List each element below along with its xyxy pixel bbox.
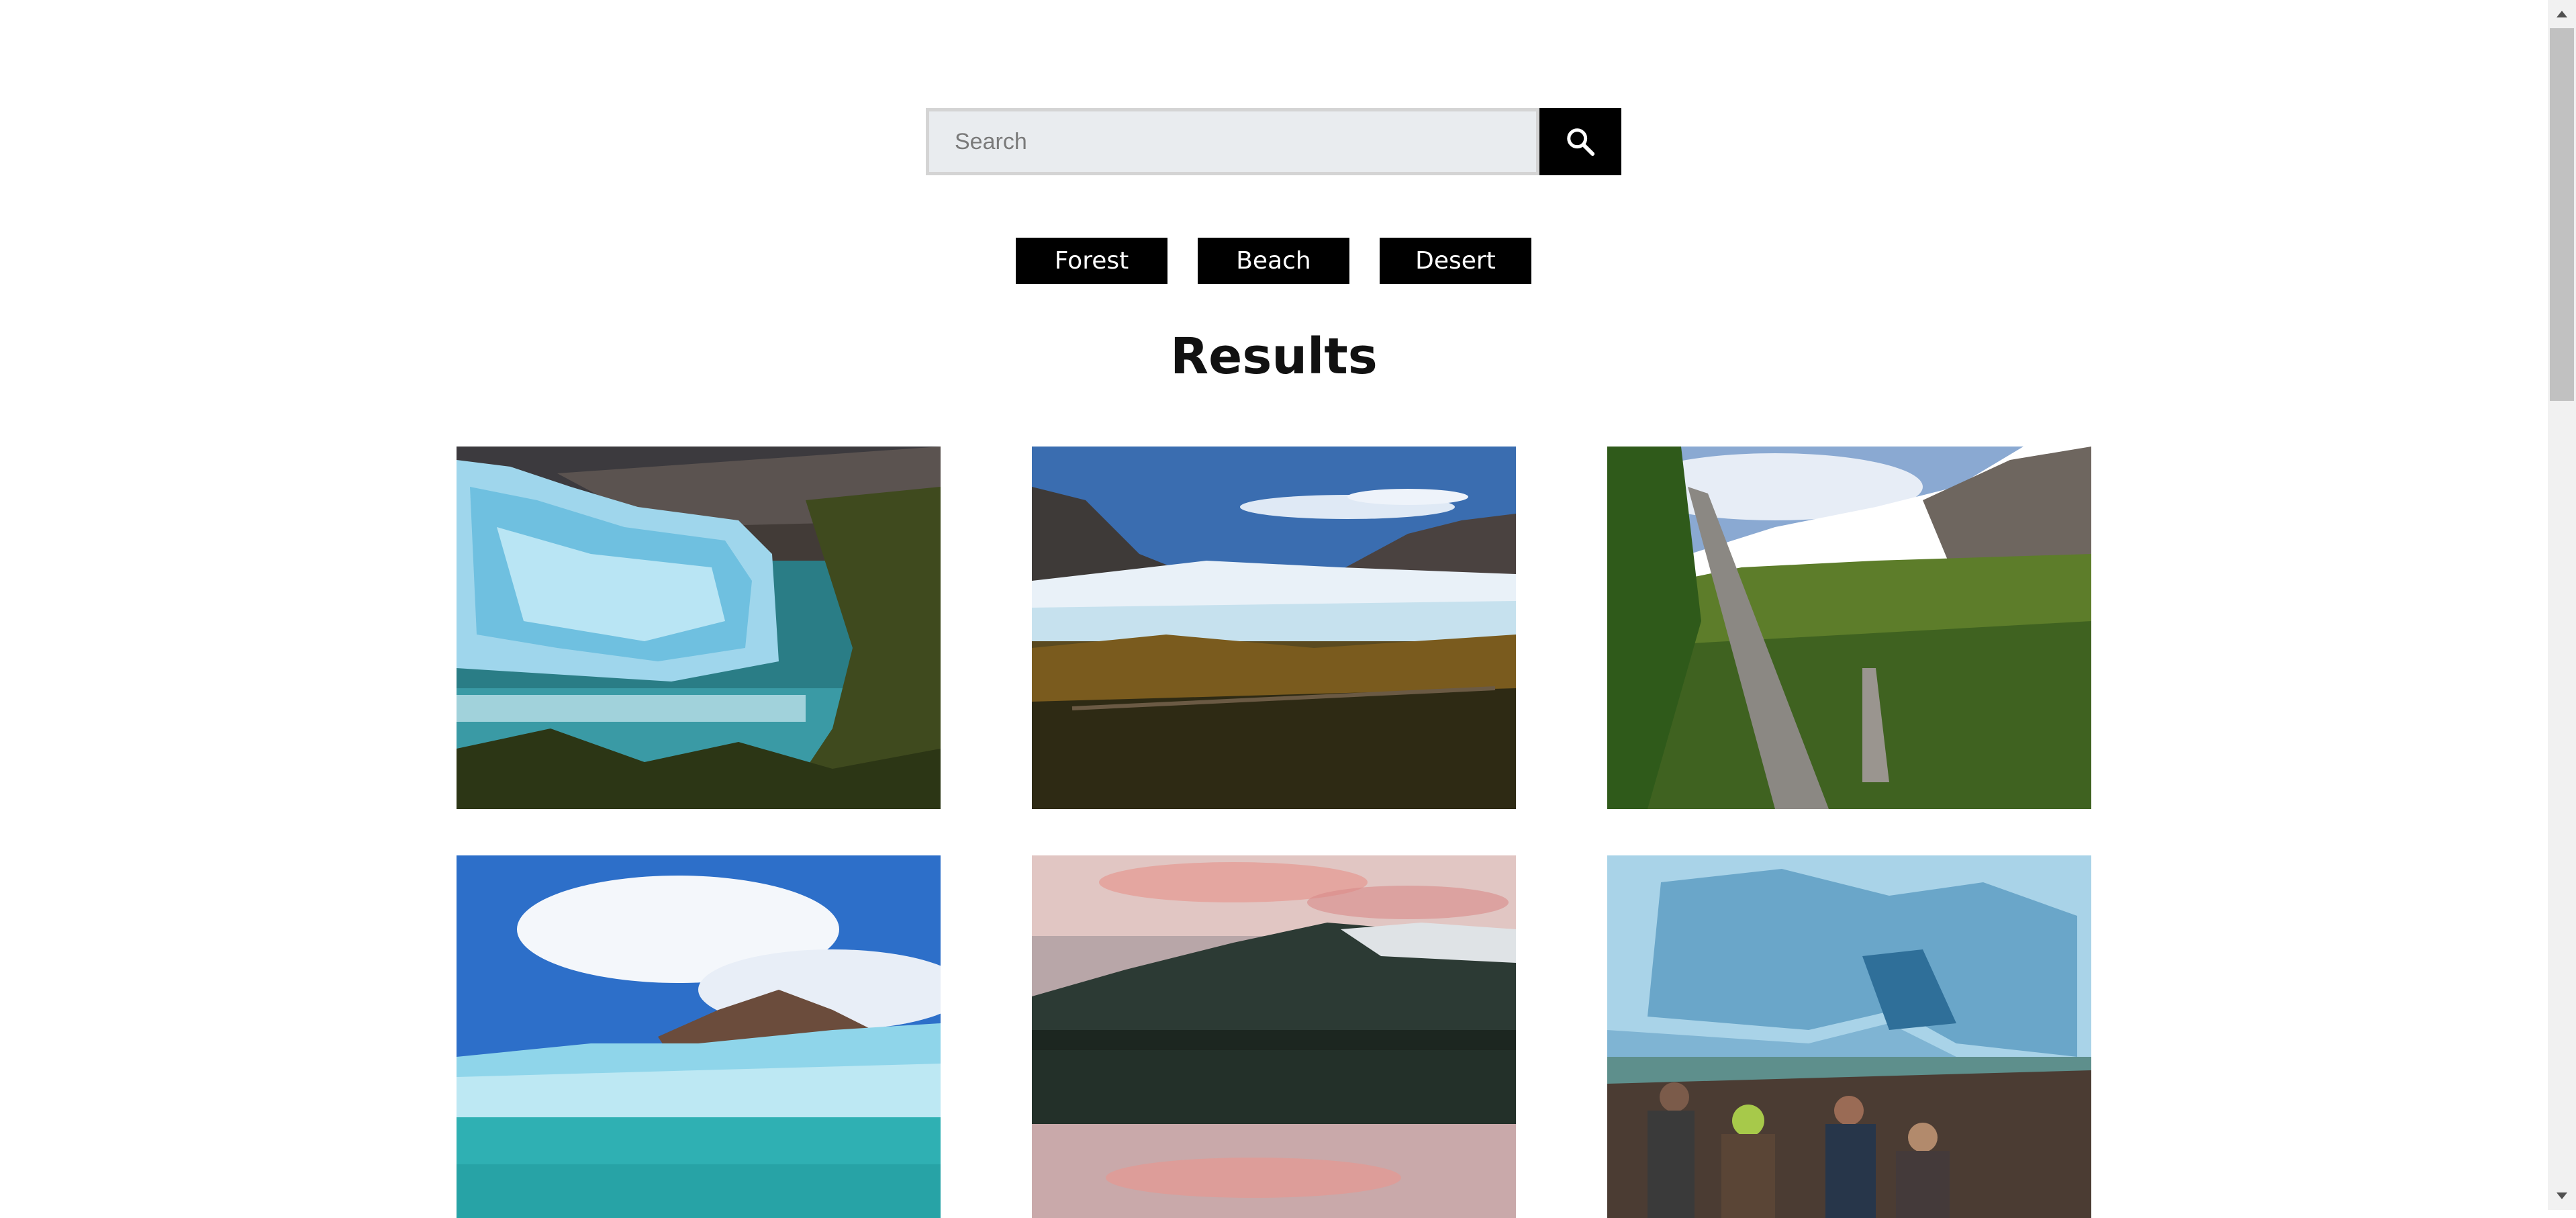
desert-button[interactable]: Desert	[1380, 238, 1531, 284]
glacier-visitors-image	[1607, 855, 2091, 1218]
vertical-scrollbar[interactable]	[2548, 0, 2576, 1210]
scroll-up-arrow-icon[interactable]	[2548, 1, 2576, 27]
category-filters: Forest Beach Desert	[1016, 238, 1531, 284]
search-icon	[1567, 128, 1595, 156]
forest-button[interactable]: Forest	[1016, 238, 1167, 284]
result-image-3[interactable]	[1607, 447, 2091, 809]
page: Forest Beach Desert Results	[0, 0, 2548, 1218]
search-bar	[926, 108, 1621, 175]
glacier-forest-image	[457, 447, 941, 809]
lake-reflection-sunset-image	[1032, 855, 1516, 1218]
result-image-5[interactable]	[1032, 855, 1516, 1218]
scrollbar-thumb[interactable]	[2550, 28, 2574, 401]
search-button[interactable]	[1539, 108, 1621, 175]
scroll-down-arrow-icon[interactable]	[2548, 1183, 2576, 1209]
results-heading: Results	[1170, 328, 1378, 385]
result-image-4[interactable]	[457, 855, 941, 1218]
result-image-1[interactable]	[457, 447, 941, 809]
dead-tree-mountain-image	[1607, 447, 2091, 809]
search-input[interactable]	[926, 108, 1539, 175]
result-image-6[interactable]	[1607, 855, 2091, 1218]
glacier-lake-image	[457, 855, 941, 1218]
beach-button[interactable]: Beach	[1198, 238, 1349, 284]
glacier-valley-image	[1032, 447, 1516, 809]
result-image-2[interactable]	[1032, 447, 1516, 809]
